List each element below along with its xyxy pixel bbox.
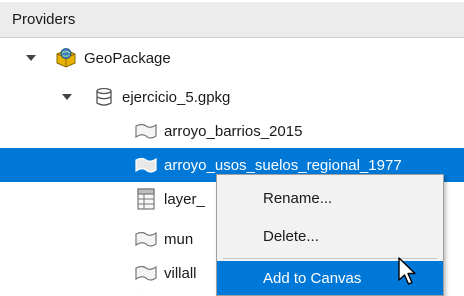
menu-item-label: Add to Canvas — [263, 269, 362, 287]
panel-header: Providers — [0, 2, 464, 38]
geopackage-icon — [54, 46, 78, 70]
polygon-layer-icon — [134, 261, 158, 285]
polygon-layer-icon — [134, 227, 158, 251]
tree-item-label: ejercicio_5.gpkg — [122, 88, 231, 106]
menu-item-label: Rename... — [263, 189, 333, 207]
tree-item-layer[interactable]: arroyo_barrios_2015 — [0, 114, 464, 148]
tree-item-label: GeoPackage — [84, 49, 171, 67]
expanded-arrow-icon[interactable] — [24, 51, 38, 65]
tree-item-label: arroyo_barrios_2015 — [164, 122, 303, 140]
tree-item-label: arroyo_usos_suelos_regional_1977 — [164, 156, 402, 174]
polygon-layer-icon — [134, 119, 158, 143]
polygon-layer-icon — [134, 153, 158, 177]
tree-item-label: layer_ — [164, 190, 205, 208]
menu-item-rename[interactable]: Rename... — [217, 181, 443, 215]
expanded-arrow-icon[interactable] — [60, 90, 74, 104]
tree-item-label: mun — [164, 230, 194, 248]
database-icon — [92, 85, 116, 109]
polygon-layer-icon — [134, 286, 158, 296]
menu-item-label: Delete... — [263, 227, 319, 245]
tree-item-database[interactable]: ejercicio_5.gpkg — [0, 80, 464, 114]
table-layer-icon — [134, 187, 158, 211]
menu-item-delete[interactable]: Delete... — [217, 219, 443, 253]
tree-item-geopackage[interactable]: GeoPackage — [0, 41, 464, 75]
tree-item-label: villall — [164, 264, 197, 282]
panel-title: Providers — [12, 11, 76, 28]
mouse-pointer-icon — [397, 256, 419, 286]
